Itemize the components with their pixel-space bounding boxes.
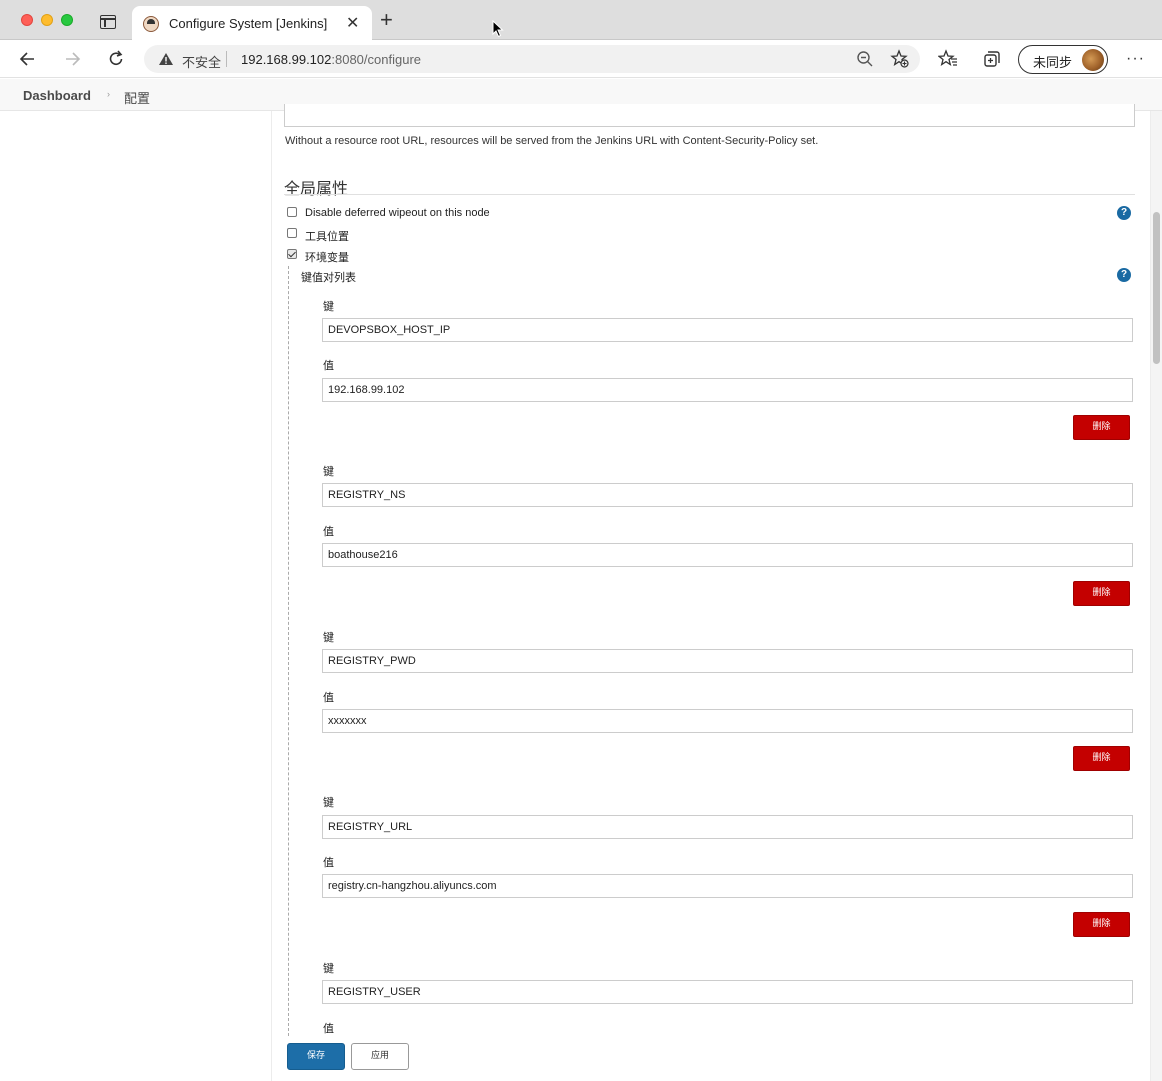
tool-locations-checkbox[interactable] (287, 228, 297, 238)
kv-list-title: 键值对列表 (301, 272, 356, 284)
env-vars-checkbox[interactable] (287, 249, 297, 259)
env-key-input[interactable] (322, 815, 1133, 839)
new-tab-button[interactable]: + (380, 9, 393, 31)
browser-toolbar: 不安全 192.168.99.102:8080/configure 未同步 ··… (0, 40, 1162, 78)
apply-button[interactable]: 应用 (351, 1043, 409, 1070)
delete-button[interactable]: 删除 (1073, 415, 1130, 440)
value-label: 值 (323, 1023, 334, 1035)
scrollbar-thumb[interactable] (1153, 212, 1160, 364)
more-menu-icon[interactable]: ··· (1126, 50, 1145, 68)
section-title-global-properties: 全局属性 (284, 181, 349, 198)
save-button[interactable]: 保存 (287, 1043, 345, 1070)
value-label: 值 (323, 360, 334, 372)
url-host: 192.168.99.102 (241, 52, 332, 67)
url-path: :8080/configure (331, 52, 421, 67)
breadcrumb-chevron-icon[interactable]: › (107, 89, 110, 99)
tool-locations-label[interactable]: 工具位置 (305, 228, 349, 244)
address-bar[interactable]: 不安全 192.168.99.102:8080/configure (144, 45, 920, 73)
key-label: 键 (323, 963, 334, 975)
reload-icon[interactable] (106, 49, 126, 69)
sidebar-divider (271, 111, 272, 1081)
jenkins-favicon-icon (143, 16, 159, 32)
help-icon[interactable]: ? (1117, 206, 1131, 220)
url-text[interactable]: 192.168.99.102:8080/configure (241, 52, 421, 67)
env-value-input[interactable] (322, 709, 1133, 733)
env-vars-label[interactable]: 环境变量 (305, 249, 349, 265)
profile-button[interactable]: 未同步 (1018, 45, 1108, 74)
tab-title: Configure System [Jenkins] (169, 16, 328, 31)
tab-actions-icon[interactable] (100, 15, 116, 29)
key-label: 键 (323, 632, 334, 644)
maximize-window-button[interactable] (61, 14, 73, 26)
value-label: 值 (323, 526, 334, 538)
delete-button[interactable]: 删除 (1073, 746, 1130, 771)
help-icon[interactable]: ? (1117, 268, 1131, 282)
forward-icon[interactable] (62, 49, 82, 69)
value-label: 值 (323, 857, 334, 869)
breadcrumb-dashboard[interactable]: Dashboard (23, 88, 91, 103)
browser-tab[interactable]: Configure System [Jenkins] ✕ (132, 6, 372, 40)
add-favorite-icon[interactable] (890, 49, 910, 69)
delete-button[interactable]: 删除 (1073, 912, 1130, 937)
env-value-input[interactable] (322, 874, 1133, 898)
back-icon[interactable] (18, 49, 38, 69)
env-value-input[interactable] (322, 378, 1133, 402)
insecure-label[interactable]: 不安全 (182, 52, 221, 71)
collections-icon[interactable] (982, 49, 1002, 69)
mouse-cursor-icon (492, 20, 504, 38)
env-key-input[interactable] (322, 483, 1133, 507)
key-label: 键 (323, 797, 334, 809)
window-titlebar: Configure System [Jenkins] ✕ + (0, 0, 1162, 40)
disable-deferred-wipeout-label[interactable]: Disable deferred wipeout on this node (305, 207, 490, 219)
url-separator (226, 51, 227, 67)
zoom-out-icon[interactable] (855, 49, 875, 69)
page-scrollbar[interactable] (1150, 111, 1162, 1081)
tab-close-icon[interactable]: ✕ (346, 13, 359, 33)
minimize-window-button[interactable] (41, 14, 53, 26)
breadcrumb-configure[interactable]: 配置 (124, 88, 150, 107)
env-key-input[interactable] (322, 649, 1133, 673)
env-key-input[interactable] (322, 980, 1133, 1004)
key-label: 键 (323, 301, 334, 313)
resource-root-description: Without a resource root URL, resources w… (285, 135, 819, 147)
resource-root-url-input[interactable] (284, 104, 1135, 127)
env-value-input[interactable] (322, 543, 1133, 567)
env-key-input[interactable] (322, 318, 1133, 342)
delete-button[interactable]: 删除 (1073, 581, 1130, 606)
disable-deferred-wipeout-checkbox[interactable] (287, 207, 297, 217)
key-label: 键 (323, 466, 334, 478)
close-window-button[interactable] (21, 14, 33, 26)
avatar (1082, 49, 1104, 71)
value-label: 值 (323, 692, 334, 704)
profile-label: 未同步 (1033, 55, 1073, 70)
env-vars-nesting-line (288, 266, 289, 1036)
favorites-icon[interactable] (938, 49, 958, 69)
warning-icon[interactable] (158, 52, 174, 66)
section-divider (284, 194, 1135, 195)
